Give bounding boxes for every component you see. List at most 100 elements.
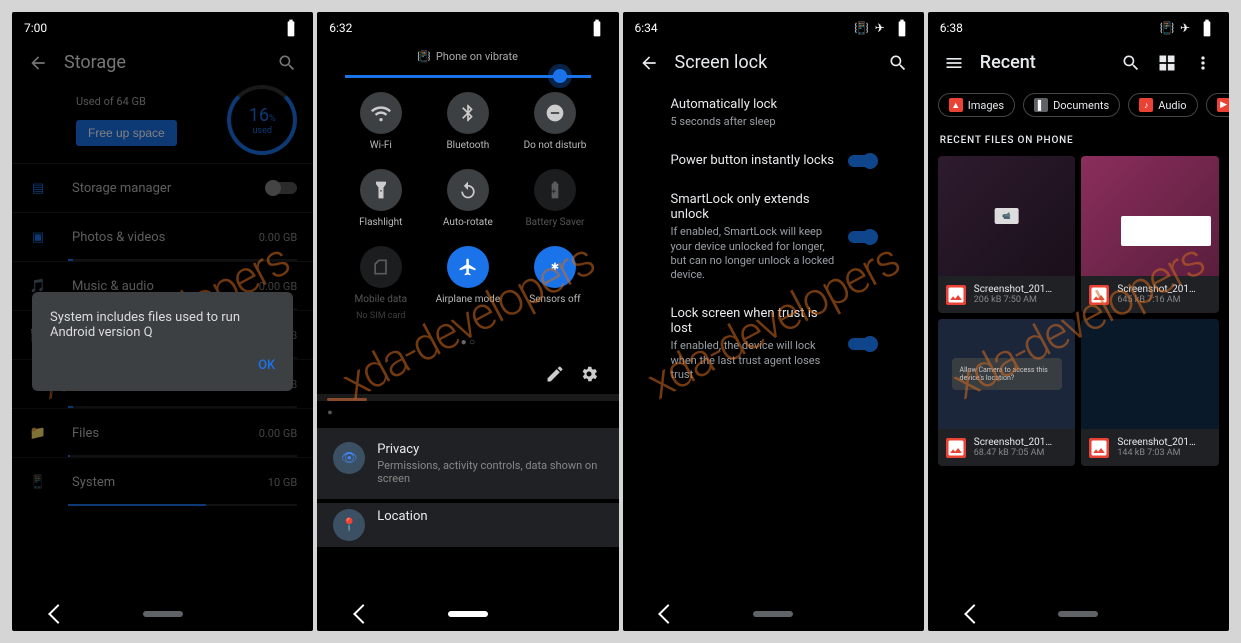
status-bar: 7:00 [12, 12, 313, 40]
system-icon: 📱 [28, 472, 48, 492]
files-row[interactable]: 📁 Files 0.00 GB [12, 408, 313, 457]
file-card[interactable]: 📹 Screenshot_201…206 kB 7:50 AM [938, 156, 1076, 313]
back-icon[interactable] [28, 53, 48, 73]
nav-bar [12, 597, 313, 631]
manager-toggle[interactable] [267, 182, 297, 194]
clock: 7:00 [24, 21, 47, 35]
image-icon [1089, 438, 1109, 458]
flashlight-tile[interactable]: Flashlight [337, 169, 424, 228]
page-title: Screen lock [675, 52, 872, 73]
page-title: Recent [980, 52, 1105, 73]
chip-documents[interactable]: ▌Documents [1023, 93, 1120, 117]
thumbnail: Allow Camera to access this device's loc… [938, 319, 1076, 429]
file-card[interactable]: Screenshot_201…645 kB 7:16 AM [1081, 156, 1219, 313]
airplane-icon [458, 257, 478, 277]
nav-bar [623, 597, 924, 631]
chip-audio[interactable]: ♪Audio [1128, 93, 1197, 117]
rotate-tile[interactable]: Auto-rotate [424, 169, 511, 228]
audio-icon: ♪ [1139, 98, 1153, 112]
nav-home[interactable] [143, 611, 183, 617]
clock: 6:38 [940, 21, 963, 35]
nav-home[interactable] [448, 611, 488, 617]
dialog-ok-button[interactable]: OK [50, 358, 275, 373]
grid-view-icon[interactable] [1157, 53, 1177, 73]
app-bar: Recent [928, 40, 1229, 85]
nav-home[interactable] [1058, 611, 1098, 617]
chip-images[interactable]: ▲Images [938, 93, 1015, 117]
privacy-icon: 👁 [339, 448, 359, 468]
search-icon[interactable] [888, 53, 908, 73]
location-icon: 📍 [339, 515, 359, 535]
app-bar: Screen lock [623, 40, 924, 85]
wifi-tile[interactable]: Wi-Fi [337, 92, 424, 151]
mobile-data-tile[interactable]: Mobile dataNo SIM card [337, 246, 424, 321]
image-icon [946, 438, 966, 458]
status-bar: 6:38 📳 ✈ [928, 12, 1229, 40]
nav-back[interactable] [353, 604, 373, 624]
sensors-tile[interactable]: ✱Sensors off [511, 246, 598, 321]
vibrate-icon: 📳 [418, 51, 430, 63]
storage-manager-row[interactable]: ▤ Storage manager [12, 163, 313, 212]
privacy-card[interactable]: 👁 PrivacyPermissions, activity controls,… [317, 428, 618, 499]
flashlight-icon [371, 180, 391, 200]
airplane-icon: ✈ [1179, 18, 1191, 38]
dnd-icon [545, 103, 565, 123]
trust-lock-switch[interactable] [848, 338, 876, 350]
filter-chips: ▲Images ▌Documents ♪Audio ▶Vide [928, 85, 1229, 125]
smartlock-item[interactable]: SmartLock only extends unlockIf enabled,… [623, 180, 924, 294]
auto-lock-item[interactable]: Automatically lock5 seconds after sleep [623, 85, 924, 141]
battery-icon [587, 18, 607, 38]
nav-home[interactable] [753, 611, 793, 617]
system-info-dialog: System includes files used to run Androi… [32, 292, 293, 391]
nav-bar [317, 597, 618, 631]
battery-icon [892, 18, 912, 38]
edit-icon[interactable] [545, 364, 565, 384]
document-icon: ▌ [1034, 98, 1048, 112]
nav-back[interactable] [964, 604, 984, 624]
battery-saver-icon [545, 180, 565, 200]
settings-icon[interactable] [579, 364, 599, 384]
section-header: RECENT FILES ON PHONE [928, 125, 1229, 156]
trust-lock-item[interactable]: Lock screen when trust is lostIf enabled… [623, 294, 924, 394]
battery-icon [1197, 18, 1217, 38]
image-icon: ▲ [949, 98, 963, 112]
file-card[interactable]: Allow Camera to access this device's loc… [938, 319, 1076, 466]
search-icon[interactable] [277, 53, 297, 73]
brightness-slider[interactable] [345, 75, 590, 78]
bluetooth-tile[interactable]: Bluetooth [424, 92, 511, 151]
free-up-space-button[interactable]: Free up space [76, 120, 177, 146]
photos-row[interactable]: ▣ Photos & videos 0.00 GB [12, 212, 313, 261]
more-icon[interactable] [1193, 53, 1213, 73]
nav-bar [928, 597, 1229, 631]
vibrate-icon: 📳 [856, 18, 868, 38]
usage-ring: 16% used [227, 85, 297, 155]
menu-icon[interactable] [944, 53, 964, 73]
airplane-tile[interactable]: Airplane mode [424, 246, 511, 321]
status-bar: 6:32 [317, 12, 618, 40]
system-row[interactable]: 📱 System 10 GB [12, 457, 313, 506]
power-lock-switch[interactable] [848, 155, 876, 167]
clock: 6:32 [329, 21, 352, 35]
bluetooth-icon [458, 103, 478, 123]
app-bar: Storage [12, 40, 313, 85]
image-icon [1089, 285, 1109, 305]
nav-back[interactable] [48, 604, 68, 624]
thumbnail [1081, 156, 1219, 276]
power-lock-item[interactable]: Power button instantly locks [623, 141, 924, 180]
thumbnail [1081, 319, 1219, 429]
location-card[interactable]: 📍 Location [317, 503, 618, 547]
page-indicator: ● ○ [317, 333, 618, 356]
chip-videos[interactable]: ▶Vide [1206, 93, 1229, 117]
search-icon[interactable] [1121, 53, 1141, 73]
rotate-icon [458, 180, 478, 200]
back-icon[interactable] [639, 53, 659, 73]
folder-icon: 📁 [28, 423, 48, 443]
status-bar: 6:34 📳 ✈ [623, 12, 924, 40]
sensors-icon: ✱ [545, 257, 565, 277]
battery-saver-tile[interactable]: Battery Saver [511, 169, 598, 228]
smartlock-switch[interactable] [848, 231, 876, 243]
nav-back[interactable] [658, 604, 678, 624]
dnd-tile[interactable]: Do not disturb [511, 92, 598, 151]
file-card[interactable]: Screenshot_201…144 kB 7:03 AM [1081, 319, 1219, 466]
photos-icon: ▣ [28, 227, 48, 247]
